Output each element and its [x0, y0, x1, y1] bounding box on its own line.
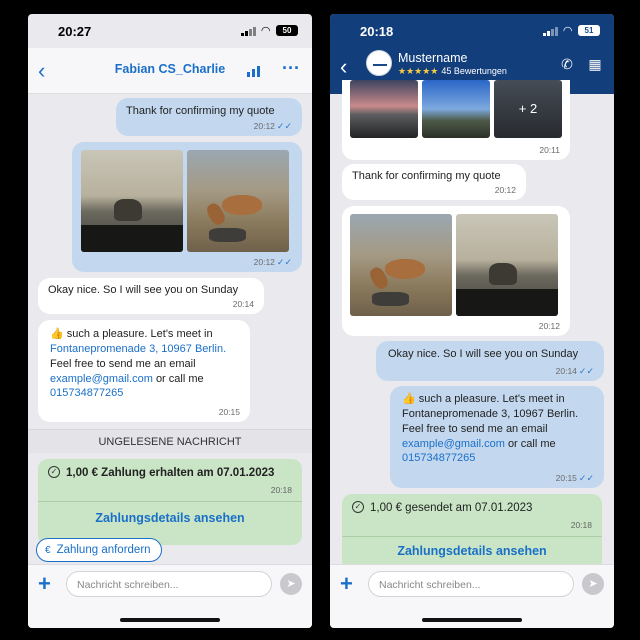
composer-bar: + Nachricht schreiben... ➤	[330, 564, 614, 628]
photo-gallery-message: + 2 20:11	[342, 80, 570, 160]
payment-title: 1,00 € gesendet am 07.01.2023	[370, 502, 533, 514]
more-photos-count: + 2	[494, 80, 562, 138]
payment-card: ✓ 1,00 € gesendet am 07.01.2023 20:18 Za…	[342, 494, 602, 570]
message-bubble: 👍 such a pleasure. Let's meet in Fontane…	[390, 386, 604, 488]
status-bar: 20:18 ◠ 51	[330, 14, 614, 48]
home-indicator	[120, 618, 220, 622]
message-input[interactable]: Nachricht schreiben...	[368, 571, 574, 597]
message-bubble: 👍 such a pleasure. Let's meet in Fontane…	[38, 320, 250, 422]
message-text: Feel free to send me an email	[50, 357, 196, 370]
message-bubble: Thank for confirming my quote 20:12 ✓✓	[116, 98, 302, 136]
request-payment-label: Zahlung anfordern	[56, 544, 151, 556]
home-indicator	[422, 618, 522, 622]
message-time: 20:15	[218, 406, 240, 417]
message-text: such a pleasure. Let's meet in	[418, 393, 565, 405]
contact-name[interactable]: Mustername	[398, 51, 467, 65]
read-ticks-icon: ✓✓	[276, 120, 292, 131]
avatar[interactable]	[366, 50, 392, 76]
payment-time: 20:18	[570, 520, 592, 530]
message-time: 20:12	[494, 184, 516, 195]
send-icon[interactable]: ➤	[582, 573, 604, 595]
photo-message: 20:12	[342, 206, 570, 336]
message-time: 20:14	[232, 298, 254, 309]
calendar-icon[interactable]: ▦	[586, 56, 604, 72]
send-icon[interactable]: ➤	[280, 573, 302, 595]
add-attachment-icon[interactable]: +	[340, 573, 353, 595]
message-time: 20:12	[253, 256, 275, 267]
message-input[interactable]: Nachricht schreiben...	[66, 571, 272, 597]
photo-message: 20:12 ✓✓	[72, 142, 302, 272]
thumbs-up-icon: 👍	[402, 393, 416, 405]
battery-icon: 51	[578, 25, 600, 36]
payment-title: 1,00 € Zahlung erhalten am 07.01.2023	[66, 467, 275, 479]
message-list[interactable]: + 2 20:11 Thank for confirming my quote …	[330, 80, 614, 584]
add-attachment-icon[interactable]: +	[38, 573, 51, 595]
phone-link[interactable]: 015734877265	[50, 386, 238, 401]
photo-thumbnail[interactable]	[350, 80, 418, 138]
message-text: such a pleasure. Let's meet in	[66, 328, 213, 340]
message-text: Okay nice. So I will see you on Sunday	[48, 284, 239, 296]
battery-icon: 50	[276, 25, 298, 36]
back-chevron-icon[interactable]: ‹	[340, 56, 347, 78]
message-bubble: Okay nice. So I will see you on Sunday 2…	[38, 278, 264, 314]
stats-bars-icon[interactable]	[247, 65, 260, 77]
message-text: or call me	[155, 372, 204, 385]
message-text: Fontanepromenade 3, 10967 Berlin.	[402, 407, 579, 420]
read-ticks-icon: ✓✓	[276, 256, 292, 267]
photo-thumbnail[interactable]	[81, 150, 183, 252]
email-link[interactable]: example@gmail.com	[50, 373, 153, 385]
message-text: or call me	[507, 437, 556, 450]
euro-icon: €	[45, 544, 51, 556]
phone-call-icon[interactable]: ✆	[558, 56, 576, 72]
message-time: 20:14	[555, 365, 577, 376]
wifi-icon: ◠	[563, 25, 572, 37]
review-count[interactable]: 45 Bewertungen	[441, 66, 507, 76]
message-time: 20:12	[253, 120, 275, 131]
chat-header: ‹ Fabian CS_Charlie ···	[28, 48, 312, 94]
status-time: 20:18	[360, 24, 394, 39]
read-ticks-icon: ✓✓	[578, 472, 594, 483]
payment-time: 20:18	[270, 485, 292, 495]
status-time: 20:27	[58, 24, 92, 39]
check-circle-icon: ✓	[352, 501, 364, 513]
message-time: 20:12	[538, 320, 560, 331]
wifi-icon: ◠	[261, 25, 270, 37]
payment-details-link[interactable]: Zahlungsdetails ansehen	[342, 544, 602, 558]
right-phone-screen: 20:18 ◠ 51 ‹ Mustername ★★★★★ 45 Bewertun…	[330, 14, 614, 628]
contact-name[interactable]: Fabian CS_Charlie	[28, 62, 312, 76]
message-time: 20:15	[555, 472, 577, 483]
request-payment-button[interactable]: € Zahlung anfordern	[36, 538, 162, 562]
photo-thumbnail[interactable]	[187, 150, 289, 252]
left-phone-screen: 20:27 ◠ 50 ‹ Fabian CS_Charlie ··· Thank…	[28, 14, 312, 628]
more-options-icon[interactable]: ···	[282, 58, 300, 79]
address-link[interactable]: Fontanepromenade 3, 10967 Berlin.	[50, 342, 238, 357]
rating-stars: ★★★★★	[398, 66, 439, 76]
photo-thumbnail[interactable]	[350, 214, 452, 316]
payment-card: ✓ 1,00 € Zahlung erhalten am 07.01.2023 …	[38, 459, 302, 545]
message-time: 20:11	[539, 144, 560, 155]
message-bubble: Thank for confirming my quote 20:12	[342, 164, 526, 200]
check-circle-icon: ✓	[48, 466, 60, 478]
thumbs-up-icon: 👍	[50, 328, 64, 340]
signal-icon	[240, 26, 256, 36]
email-link[interactable]: example@gmail.com	[402, 438, 505, 450]
photo-thumbnail[interactable]: + 2	[494, 80, 562, 138]
message-list[interactable]: Thank for confirming my quote 20:12 ✓✓ 20…	[28, 95, 312, 545]
read-ticks-icon: ✓✓	[578, 365, 594, 376]
phone-link[interactable]: 015734877265	[402, 451, 592, 466]
unread-divider: UNGELESENE NACHRICHT	[28, 429, 312, 453]
message-bubble: Okay nice. So I will see you on Sunday 2…	[376, 341, 604, 381]
message-text: Feel free to send me an email	[402, 422, 548, 435]
photo-thumbnail[interactable]	[422, 80, 490, 138]
status-bar: 20:27 ◠ 50	[28, 14, 312, 48]
composer-bar: + Nachricht schreiben... ➤	[28, 564, 312, 628]
signal-icon	[542, 26, 558, 36]
photo-thumbnail[interactable]	[456, 214, 558, 316]
payment-details-link[interactable]: Zahlungsdetails ansehen	[38, 511, 302, 525]
